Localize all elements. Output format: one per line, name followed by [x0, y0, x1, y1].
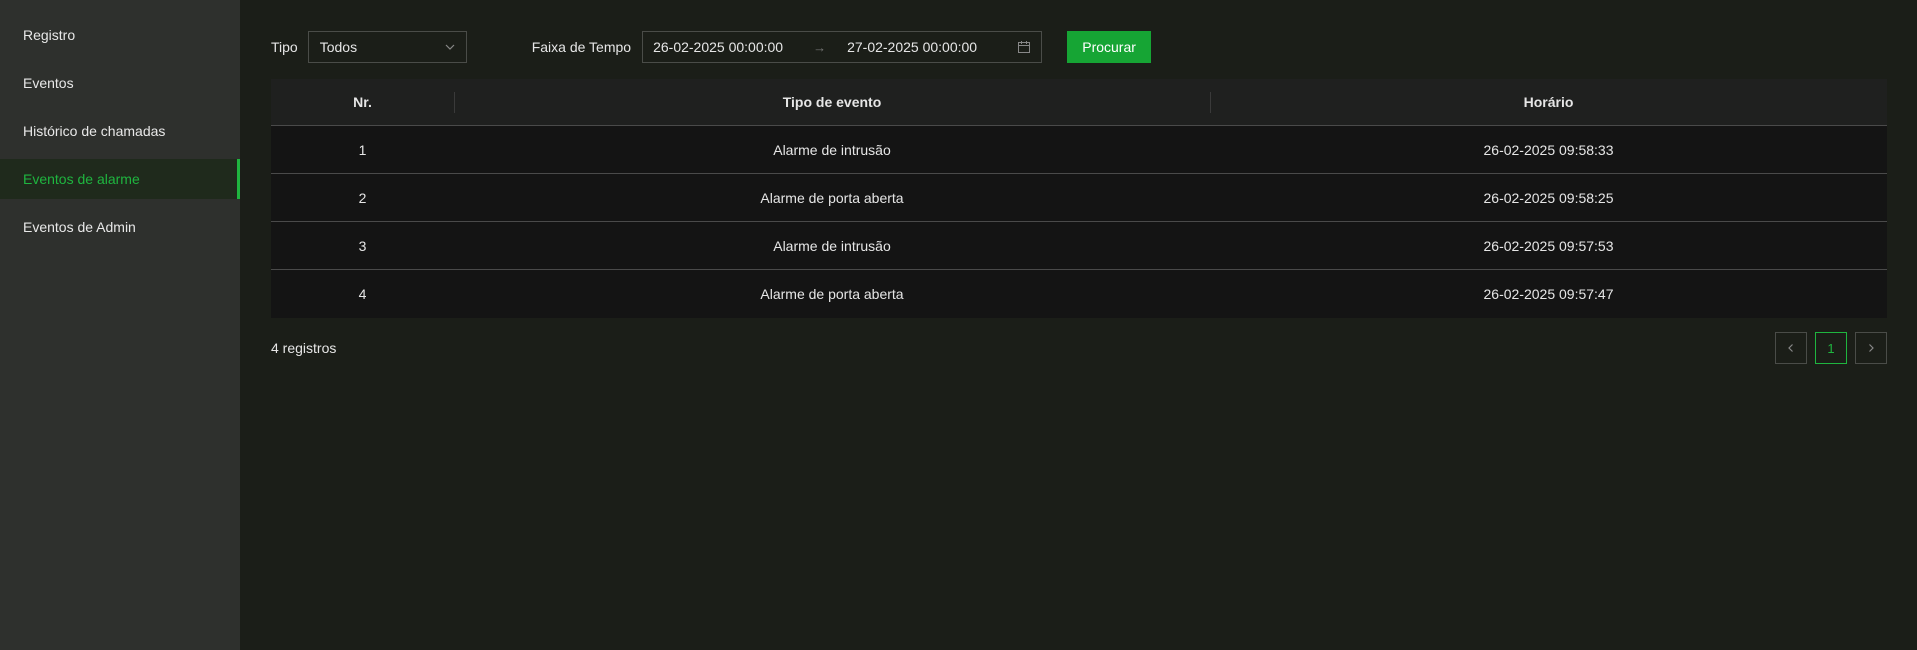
cell-event-type: Alarme de intrusão	[773, 237, 891, 254]
record-count: 4 registros	[271, 340, 337, 356]
time-range-label: Faixa de Tempo	[531, 39, 632, 55]
time-range-picker[interactable]: 26-02-2025 00:00:00 → 27-02-2025 00:00:0…	[642, 31, 1043, 63]
cell-number: 3	[358, 237, 367, 254]
cell-time: 26-02-2025 09:57:53	[1483, 237, 1614, 254]
chevron-down-icon	[445, 44, 455, 50]
pagination: 1	[1775, 332, 1887, 364]
calendar-icon[interactable]	[1017, 40, 1031, 54]
sidebar: Registro Eventos Histórico de chamadas E…	[0, 0, 240, 650]
type-select-value: Todos	[319, 39, 358, 55]
end-date-input[interactable]: 27-02-2025 00:00:00	[847, 39, 1007, 55]
cell-event-type: Alarme de porta aberta	[760, 286, 904, 302]
table-row[interactable]: 2 Alarme de porta aberta 26-02-2025 09:5…	[271, 174, 1887, 222]
table-header: Nr. Tipo de evento Horário	[271, 79, 1887, 126]
table-row[interactable]: 1 Alarme de intrusão 26-02-2025 09:58:33	[271, 126, 1887, 174]
cell-event-type: Alarme de intrusão	[773, 141, 891, 158]
sidebar-item-eventos-admin[interactable]: Eventos de Admin	[0, 207, 240, 247]
sidebar-item-eventos[interactable]: Eventos	[0, 63, 240, 103]
next-page-button[interactable]	[1855, 332, 1887, 364]
chevron-right-icon	[1869, 344, 1874, 352]
filter-toolbar: Tipo Todos Faixa de Tempo 26-02-2025 00:…	[271, 31, 1887, 63]
table-row[interactable]: 3 Alarme de intrusão 26-02-2025 09:57:53	[271, 222, 1887, 270]
sidebar-item-historico-chamadas[interactable]: Histórico de chamadas	[0, 111, 240, 151]
column-header-number: Nr.	[353, 94, 372, 110]
table-row[interactable]: 4 Alarme de porta aberta 26-02-2025 09:5…	[271, 270, 1887, 318]
start-date-input[interactable]: 26-02-2025 00:00:00	[653, 39, 813, 55]
cell-time: 26-02-2025 09:57:47	[1483, 286, 1614, 302]
column-header-event-type: Tipo de evento	[454, 79, 1210, 125]
sidebar-item-label: Histórico de chamadas	[23, 123, 166, 139]
sidebar-item-eventos-alarme[interactable]: Eventos de alarme	[0, 159, 240, 199]
sidebar-item-label: Eventos de Admin	[23, 219, 136, 235]
search-button[interactable]: Procurar	[1067, 31, 1152, 63]
page-button-current[interactable]: 1	[1815, 332, 1847, 364]
table-footer: 4 registros 1	[271, 332, 1887, 364]
cell-time: 26-02-2025 09:58:25	[1483, 189, 1614, 206]
app: Registro Eventos Histórico de chamadas E…	[0, 0, 1917, 650]
cell-number: 1	[358, 141, 367, 158]
arrow-right-icon: →	[813, 39, 827, 55]
cell-number: 4	[358, 286, 367, 302]
sidebar-item-label: Registro	[23, 27, 76, 43]
type-select[interactable]: Todos	[307, 31, 467, 63]
sidebar-item-label: Eventos de alarme	[23, 171, 140, 187]
events-table: Nr. Tipo de evento Horário 1 Alarme de i…	[271, 79, 1887, 318]
main-content: Tipo Todos Faixa de Tempo 26-02-2025 00:…	[240, 0, 1917, 650]
chevron-left-icon	[1788, 344, 1793, 352]
sidebar-item-label: Eventos	[23, 75, 74, 91]
prev-page-button[interactable]	[1775, 332, 1807, 364]
type-label: Tipo	[271, 39, 298, 55]
cell-number: 2	[358, 189, 367, 206]
sidebar-item-registro[interactable]: Registro	[0, 15, 240, 55]
cell-time: 26-02-2025 09:58:33	[1483, 141, 1614, 158]
cell-event-type: Alarme de porta aberta	[760, 189, 904, 206]
column-header-time: Horário	[1210, 79, 1887, 125]
